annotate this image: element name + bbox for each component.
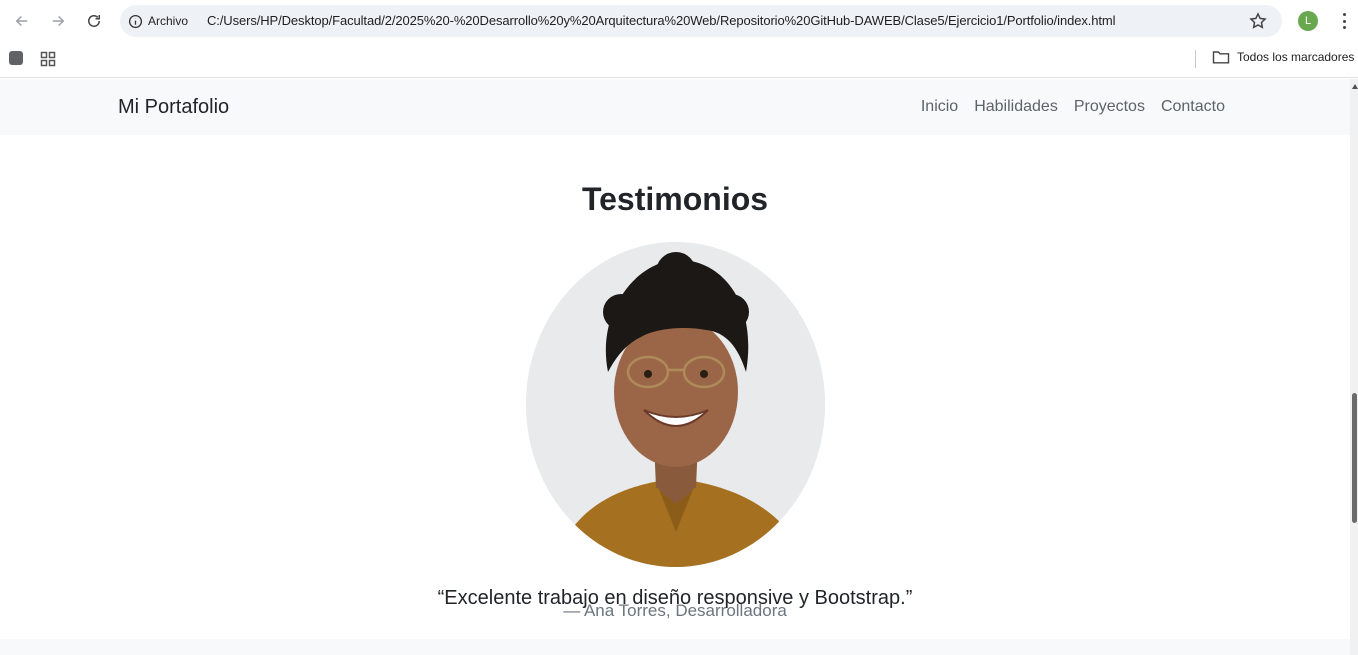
nav-link-contacto[interactable]: Contacto [1161,98,1225,116]
reload-icon[interactable] [82,9,106,33]
nav-link-inicio[interactable]: Inicio [921,98,958,116]
nav-links: Inicio Habilidades Proyectos Contacto [921,98,1225,116]
scrollbar-thumb[interactable] [1352,393,1357,523]
site-navbar: Mi Portafolio Inicio Habilidades Proyect… [0,79,1350,135]
apps-grid-icon[interactable] [40,51,56,67]
chip-label: Archivo [148,14,189,28]
all-bookmarks-button[interactable]: Todos los marcadores [1212,49,1354,65]
section-divider [0,639,1350,655]
bookmarks-divider [1195,50,1196,68]
scroll-up-arrow-icon[interactable] [1352,84,1358,89]
nav-link-habilidades[interactable]: Habilidades [974,98,1058,116]
browser-toolbar: Archivo C:/Users/HP/Desktop/Facultad/2/2… [0,0,1358,42]
profile-avatar[interactable]: L [1298,11,1318,31]
star-icon[interactable] [1248,11,1268,31]
folder-icon [1212,51,1230,64]
scrollbar-track[interactable] [1350,79,1358,655]
address-bar[interactable]: Archivo C:/Users/HP/Desktop/Facultad/2/2… [120,5,1282,37]
site-brand[interactable]: Mi Portafolio [118,96,229,119]
nav-link-proyectos[interactable]: Proyectos [1074,98,1145,116]
info-icon [128,14,143,28]
bookmarks-bar: Todos los marcadores [0,42,1358,78]
testimonial-author: — Ana Torres, Desarrolladora [563,601,787,620]
all-bookmarks-label: Todos los marcadores [1237,50,1355,64]
forward-arrow-icon[interactable] [46,9,70,33]
section-heading: Testimonios [581,181,769,217]
back-arrow-icon[interactable] [10,9,34,33]
site-info-chip[interactable]: Archivo [128,11,188,31]
page-viewport: Mi Portafolio Inicio Habilidades Proyect… [0,79,1358,655]
tab-search-icon[interactable] [9,51,23,65]
testimonial-photo [526,242,825,567]
kebab-menu-icon[interactable] [1336,11,1352,31]
url-text[interactable]: C:/Users/HP/Desktop/Facultad/2/2025%20-%… [207,13,1116,28]
